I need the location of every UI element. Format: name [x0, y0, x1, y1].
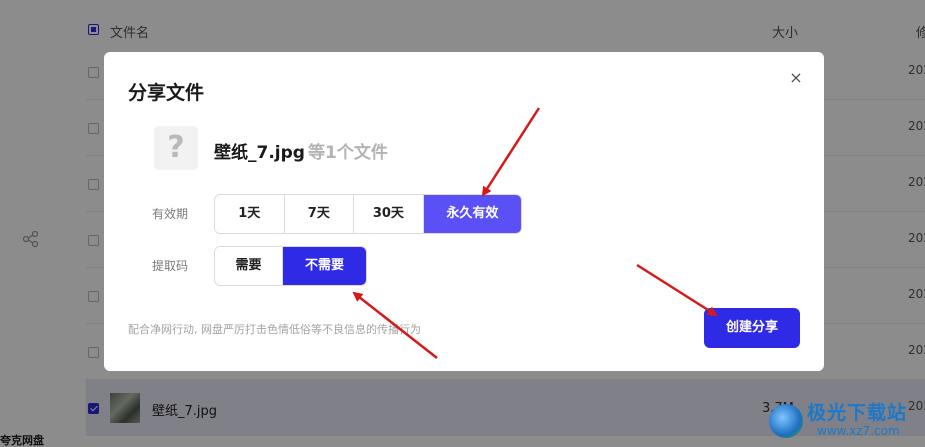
- extract-code-label: 提取码: [152, 259, 189, 273]
- watermark-logo-icon: [769, 404, 803, 438]
- validity-option-7-days[interactable]: 7天: [285, 195, 355, 233]
- extract-code-selector: 需要 不需要: [214, 246, 367, 286]
- policy-notice: 配合净网行动, 网盘严厉打击色情低俗等不良信息的传播行为: [128, 323, 421, 336]
- validity-selector: 1天 7天 30天 永久有效: [214, 194, 522, 234]
- validity-label: 有效期: [152, 207, 189, 221]
- create-share-button[interactable]: 创建分享: [704, 308, 800, 348]
- watermark-text: 极光下载站: [807, 402, 908, 424]
- share-dialog: 分享文件 × ? 壁纸_7.jpg 等1个文件 有效期 1天 7天 30天 永久…: [104, 52, 824, 371]
- watermark-url: www.xz7.com: [817, 424, 900, 438]
- close-icon[interactable]: ×: [788, 70, 804, 86]
- validity-option-permanent[interactable]: 永久有效: [423, 195, 521, 233]
- shared-file-name: 壁纸_7.jpg: [214, 143, 305, 163]
- site-watermark: 极光下载站 www.xz7.com: [765, 396, 925, 447]
- validity-option-1-day[interactable]: 1天: [215, 195, 285, 233]
- shared-file-count: 等1个文件: [308, 143, 388, 163]
- extract-code-option-required[interactable]: 需要: [215, 247, 283, 285]
- extract-code-option-not-required[interactable]: 不需要: [283, 247, 366, 285]
- validity-option-30-days[interactable]: 30天: [354, 195, 424, 233]
- dialog-title: 分享文件: [128, 82, 205, 104]
- unknown-file-icon: ?: [154, 126, 198, 170]
